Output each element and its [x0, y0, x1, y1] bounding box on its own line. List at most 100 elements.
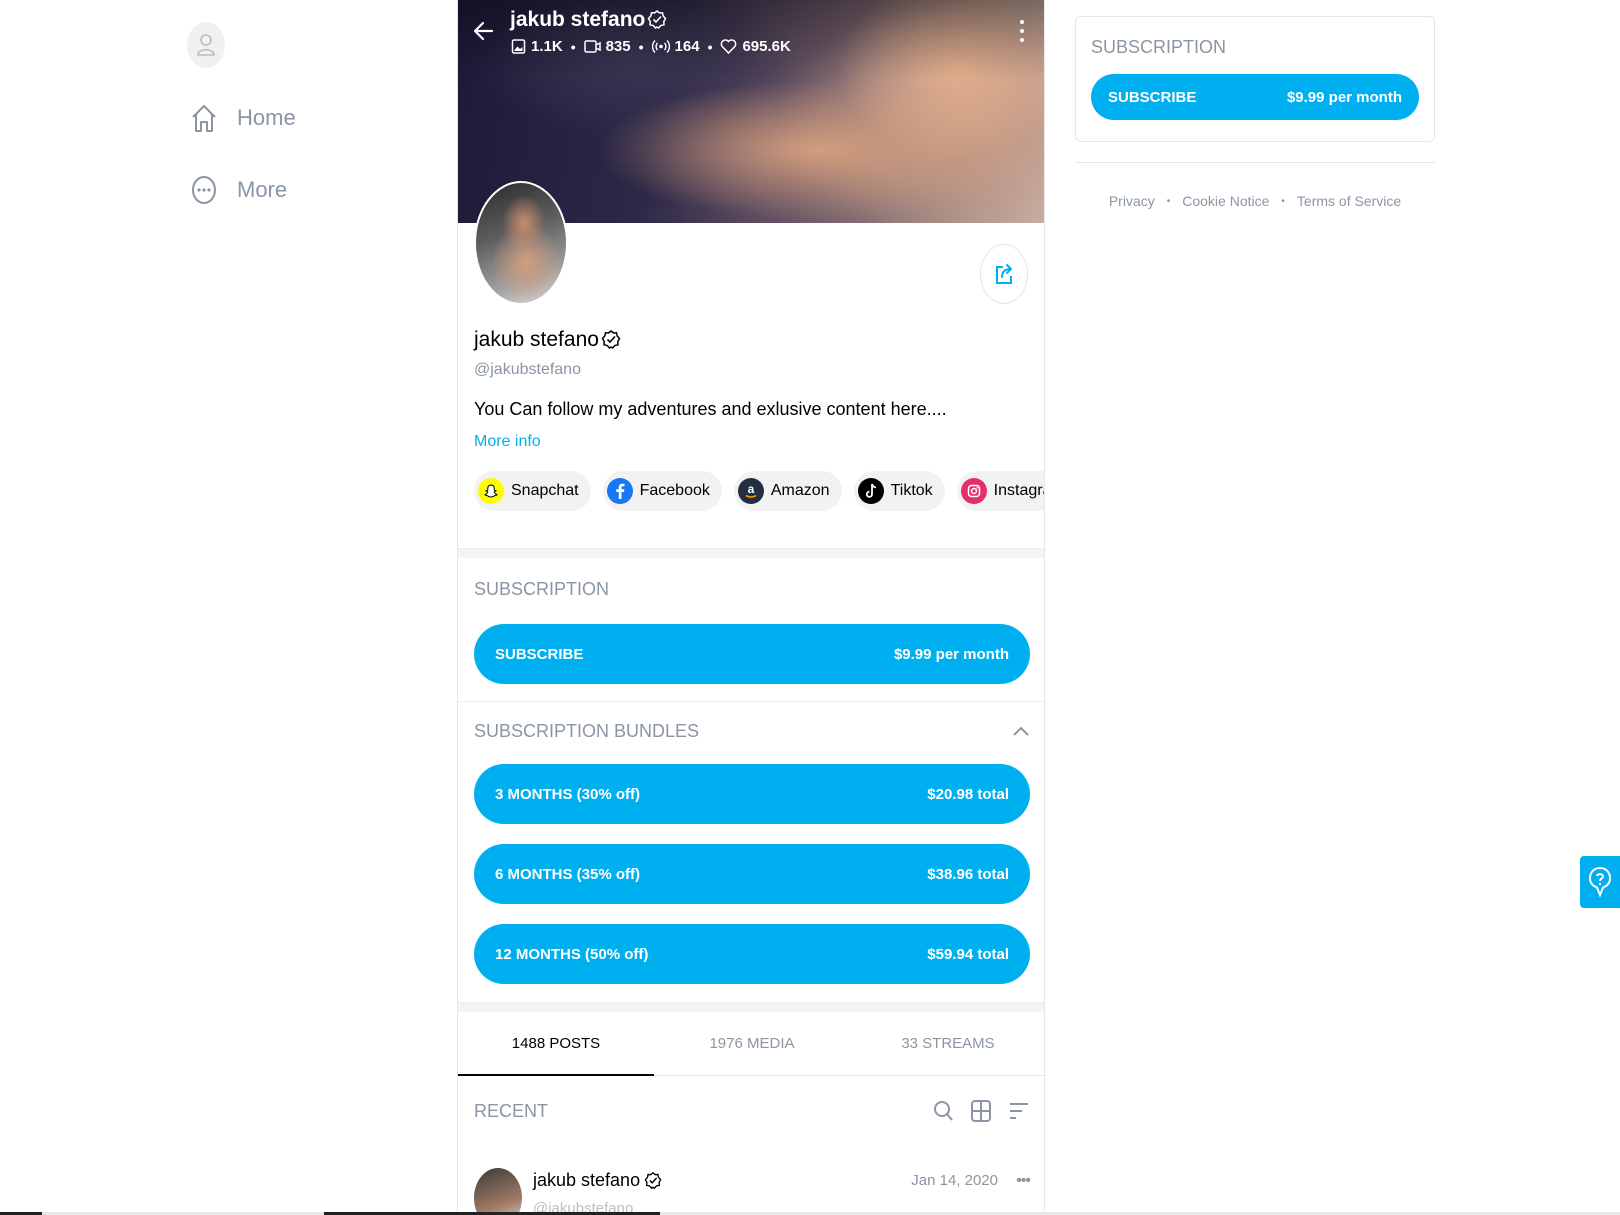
user-avatar[interactable] — [187, 22, 225, 68]
help-icon — [1588, 866, 1612, 898]
more-info-link[interactable]: More info — [474, 433, 1030, 455]
footer-links: Privacy • Cookie Notice • Terms of Servi… — [1075, 193, 1435, 209]
streams-stat: 164 — [651, 38, 700, 55]
subscribe-label: SUBSCRIBE — [495, 645, 584, 663]
tab-posts[interactable]: 1488 POSTS — [458, 1012, 654, 1076]
stat-separator: • — [570, 38, 576, 55]
bundle-price: $59.94 total — [927, 945, 1009, 963]
profile-info: jakub stefano @jakubstefano You Can foll… — [474, 325, 1044, 511]
social-links: Snapchat Facebook a Amazon Tiktok Instag… — [474, 471, 1044, 511]
section-divider — [458, 701, 1044, 702]
verified-icon — [601, 330, 621, 349]
subscription-section: SUBSCRIPTION SUBSCRIBE $9.99 per month — [474, 576, 1030, 684]
sidebar-subscribe-button[interactable]: SUBSCRIBE $9.99 per month — [1091, 74, 1419, 120]
social-instagram[interactable]: Instagram — [956, 471, 1044, 511]
social-label: Amazon — [770, 482, 830, 499]
sidebar-subscription-card: SUBSCRIPTION SUBSCRIBE $9.99 per month — [1075, 16, 1435, 142]
post-more-icon[interactable]: ••• — [1016, 1172, 1031, 1190]
sidebar-divider — [1075, 162, 1435, 163]
kebab-menu-icon[interactable] — [1020, 20, 1026, 42]
bundle-price: $20.98 total — [927, 785, 1009, 803]
section-divider — [458, 1002, 1044, 1012]
nav-more-label: More — [237, 177, 288, 202]
amazon-icon: a — [737, 478, 764, 504]
social-label: Snapchat — [511, 482, 579, 499]
photos-count: 1.1K — [531, 38, 563, 55]
sidebar-subscribe-label: SUBSCRIBE — [1108, 88, 1197, 106]
social-amazon[interactable]: a Amazon — [733, 471, 842, 511]
profile-avatar[interactable] — [474, 181, 568, 305]
broadcast-icon — [651, 40, 670, 53]
footer-separator: • — [1166, 195, 1171, 207]
social-tiktok[interactable]: Tiktok — [853, 471, 945, 511]
photos-stat: 1.1K — [511, 38, 563, 55]
streams-count: 164 — [674, 38, 700, 55]
profile-name-text: jakub stefano — [474, 328, 599, 351]
subscribe-button[interactable]: SUBSCRIBE $9.99 per month — [474, 624, 1030, 684]
subscription-bundles: SUBSCRIPTION BUNDLES 3 MONTHS (30% off) … — [474, 718, 1030, 984]
cover-header: jakub stefano 1.1K • 835 • 164 • 695.6K — [458, 0, 1044, 64]
share-button[interactable] — [980, 244, 1028, 304]
nav-more[interactable]: More — [189, 170, 287, 210]
search-icon[interactable] — [932, 1098, 954, 1124]
feed-tools — [916, 1098, 1030, 1124]
post-author-avatar[interactable] — [474, 1168, 522, 1215]
stat-separator: • — [707, 38, 713, 55]
stat-separator: • — [638, 38, 644, 55]
svg-text:a: a — [748, 482, 755, 496]
sort-icon[interactable] — [1008, 1098, 1030, 1124]
social-facebook[interactable]: Facebook — [602, 471, 722, 511]
social-snapchat[interactable]: Snapchat — [474, 471, 591, 511]
tab-streams[interactable]: 33 STREAMS — [850, 1012, 1044, 1075]
recent-bar: RECENT — [474, 1098, 1030, 1124]
bundle-6-months-button[interactable]: 6 MONTHS (35% off) $38.96 total — [474, 844, 1030, 904]
bundle-3-months-button[interactable]: 3 MONTHS (30% off) $20.98 total — [474, 764, 1030, 824]
cover-name-text: jakub stefano — [510, 8, 646, 31]
profile-column: jakub stefano 1.1K • 835 • 164 • 695.6K … — [457, 0, 1045, 1215]
image-icon — [511, 39, 526, 54]
home-icon — [189, 101, 219, 135]
bundles-header[interactable]: SUBSCRIPTION BUNDLES — [474, 718, 1030, 744]
nav-home-label: Home — [237, 105, 296, 130]
videos-count: 835 — [605, 38, 631, 55]
bundle-12-months-button[interactable]: 12 MONTHS (50% off) $59.94 total — [474, 924, 1030, 984]
social-label: Instagram — [993, 482, 1044, 499]
profile-handle: @jakubstefano — [474, 361, 581, 378]
cover-display-name: jakub stefano — [510, 8, 667, 32]
recent-label: RECENT — [474, 1100, 549, 1121]
post-item: jakub stefano @jakubstefano Jan 14, 2020… — [474, 1168, 1031, 1215]
share-icon — [996, 264, 1012, 284]
nav-home[interactable]: Home — [189, 98, 296, 138]
sidebar-subscribe-price: $9.99 per month — [1286, 88, 1402, 106]
verified-icon — [644, 1171, 662, 1189]
privacy-link[interactable]: Privacy — [1109, 193, 1155, 209]
terms-link[interactable]: Terms of Service — [1297, 193, 1401, 209]
likes-stat: 695.6K — [720, 38, 791, 55]
video-icon — [583, 40, 601, 53]
snapchat-icon — [478, 478, 504, 504]
subscription-title: SUBSCRIPTION — [474, 578, 610, 599]
facebook-icon — [606, 478, 633, 504]
cover-stats: 1.1K • 835 • 164 • 695.6K — [511, 38, 791, 55]
post-author[interactable]: jakub stefano — [533, 1170, 662, 1191]
left-nav: Home More — [185, 22, 425, 204]
post-author-name: jakub stefano — [533, 1170, 641, 1190]
bundle-label: 12 MONTHS (50% off) — [495, 945, 649, 963]
verified-icon — [647, 10, 667, 29]
chevron-up-icon[interactable] — [1012, 725, 1030, 737]
bundle-price: $38.96 total — [927, 865, 1009, 883]
user-icon — [197, 34, 215, 56]
bundle-label: 3 MONTHS (30% off) — [495, 785, 641, 803]
social-label: Tiktok — [890, 482, 933, 499]
grid-icon[interactable] — [970, 1098, 992, 1124]
social-label: Facebook — [639, 482, 710, 499]
help-button[interactable] — [1580, 856, 1620, 908]
tab-media[interactable]: 1976 MEDIA — [654, 1012, 850, 1075]
heart-icon — [721, 39, 737, 55]
bundles-title: SUBSCRIPTION BUNDLES — [474, 720, 700, 741]
back-arrow-icon[interactable] — [472, 18, 498, 44]
cookie-notice-link[interactable]: Cookie Notice — [1182, 193, 1269, 209]
likes-count: 695.6K — [742, 38, 791, 55]
instagram-icon — [960, 478, 987, 504]
footer-separator: • — [1281, 195, 1285, 207]
